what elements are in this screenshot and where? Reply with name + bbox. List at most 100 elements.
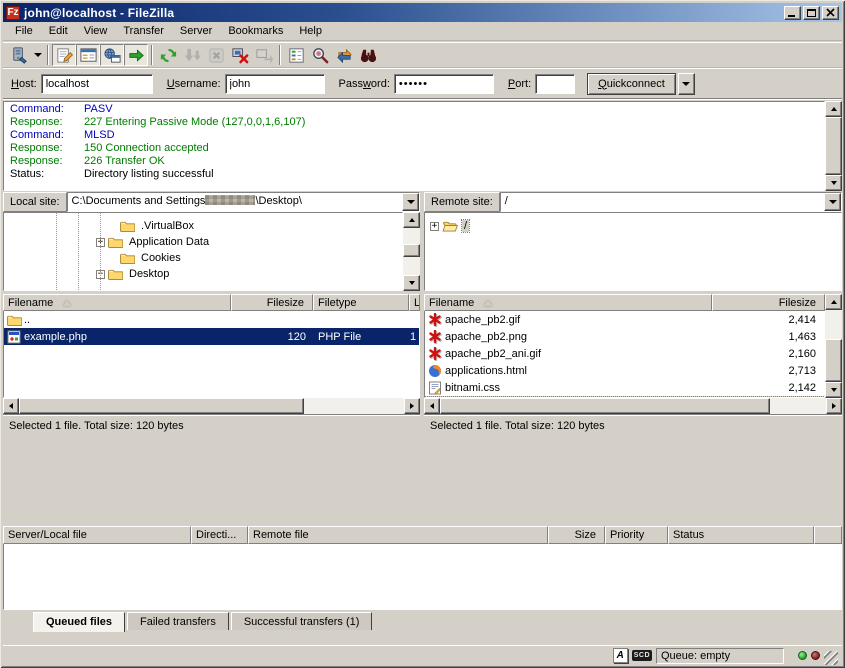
file-row[interactable]: bitnami.css 2,142 <box>425 379 824 396</box>
local-site-dropdown[interactable] <box>402 193 419 211</box>
quickconnect-button[interactable]: Quickconnect <box>587 73 676 95</box>
scroll-up-button[interactable] <box>825 294 842 310</box>
log-label: Response: <box>10 142 84 155</box>
local-site-label: Local site: <box>3 192 67 212</box>
column-header-direction[interactable]: Directi... <box>191 526 248 544</box>
menu-help[interactable]: Help <box>291 23 330 39</box>
scrollbar-thumb[interactable] <box>825 117 842 175</box>
host-input[interactable] <box>41 74 153 94</box>
log-scrollbar[interactable] <box>825 101 842 191</box>
tree-item[interactable]: .VirtualBox <box>4 218 402 234</box>
tree-item[interactable]: Cookies <box>4 250 402 266</box>
minimize-button[interactable] <box>784 6 801 20</box>
toolbar-separator <box>151 45 153 65</box>
arrow-up-icon <box>831 107 837 111</box>
close-icon <box>826 8 835 17</box>
scroll-up-button[interactable] <box>403 212 420 228</box>
synchronized-browsing-button[interactable] <box>332 44 356 66</box>
resize-grip[interactable] <box>824 651 838 665</box>
title-bar[interactable]: Fz john@localhost - FileZilla <box>3 3 842 22</box>
scrollbar-thumb[interactable] <box>825 339 842 382</box>
site-manager-dropdown[interactable] <box>31 44 44 66</box>
scrollbar-thumb[interactable] <box>19 398 304 414</box>
file-row-selected[interactable]: example.php 120 PHP File 1 <box>4 328 419 345</box>
column-header-filesize[interactable]: Filesize <box>712 294 825 311</box>
column-header-filetype[interactable]: Filetype <box>313 294 409 311</box>
find-files-button[interactable] <box>356 44 380 66</box>
scroll-up-button[interactable] <box>825 101 842 117</box>
directory-filters-button[interactable] <box>284 44 308 66</box>
toggle-remote-tree-button[interactable] <box>100 44 124 66</box>
scd-indicator-icon[interactable]: SCD <box>632 650 652 661</box>
file-row[interactable]: applications.html 2,713 <box>425 362 824 379</box>
tree-item[interactable]: + / <box>425 218 841 234</box>
port-input[interactable] <box>535 74 575 94</box>
tree-item[interactable]: + Application Data <box>4 234 402 250</box>
refresh-button[interactable] <box>156 44 180 66</box>
queue-list[interactable] <box>3 544 842 610</box>
menu-edit[interactable]: Edit <box>41 23 76 39</box>
directory-comparison-button[interactable] <box>308 44 332 66</box>
tab-successful-transfers[interactable]: Successful transfers (1) <box>231 612 373 630</box>
menu-view[interactable]: View <box>76 23 116 39</box>
reconnect-button[interactable] <box>252 44 276 66</box>
file-row[interactable]: apache_pb2_ani.gif 2,160 <box>425 345 824 362</box>
refresh-icon <box>159 46 178 65</box>
scroll-right-button[interactable] <box>826 398 842 414</box>
remote-status-text: Selected 1 file. Total size: 120 bytes <box>424 414 842 524</box>
password-input[interactable] <box>394 74 494 94</box>
maximize-button[interactable] <box>803 6 820 20</box>
arrow-down-icon <box>409 281 415 285</box>
remote-list-scrollbar[interactable] <box>825 294 842 398</box>
column-header-filesize[interactable]: Filesize <box>231 294 313 311</box>
tab-failed-transfers[interactable]: Failed transfers <box>127 612 229 630</box>
local-tree-scrollbar[interactable] <box>403 212 420 291</box>
column-header-remotefile[interactable]: Remote file <box>248 526 548 544</box>
menu-server[interactable]: Server <box>172 23 220 39</box>
local-site-combo[interactable]: C:\Documents and Settings\Desktop\ <box>67 192 420 212</box>
tree-item[interactable]: − Desktop <box>4 266 402 282</box>
remote-horizontal-scrollbar[interactable] <box>424 398 842 414</box>
toggle-transfer-queue-button[interactable] <box>124 44 148 66</box>
toggle-message-log-button[interactable] <box>52 44 76 66</box>
username-input[interactable] <box>225 74 325 94</box>
column-header-priority[interactable]: Priority <box>605 526 668 544</box>
log-label: Command: <box>10 129 84 142</box>
column-header-serverlocal[interactable]: Server/Local file <box>3 526 191 544</box>
scroll-left-button[interactable] <box>3 398 19 414</box>
close-button[interactable] <box>822 6 839 20</box>
toggle-local-tree-button[interactable] <box>76 44 100 66</box>
process-queue-button[interactable] <box>180 44 204 66</box>
menu-transfer[interactable]: Transfer <box>115 23 172 39</box>
quickconnect-dropdown[interactable] <box>678 73 695 95</box>
scroll-down-button[interactable] <box>825 382 842 398</box>
scroll-right-button[interactable] <box>404 398 420 414</box>
disconnect-icon <box>231 46 250 65</box>
arrow-down-icon <box>831 181 837 185</box>
remote-site-combo[interactable]: / <box>500 192 842 212</box>
menu-file[interactable]: File <box>7 23 41 39</box>
scrollbar-thumb[interactable] <box>403 244 420 257</box>
file-row[interactable]: apache_pb2.gif 2,414 <box>425 311 824 328</box>
disconnect-button[interactable] <box>228 44 252 66</box>
scroll-left-button[interactable] <box>424 398 440 414</box>
file-row[interactable]: .. <box>4 311 419 328</box>
expand-plus-icon[interactable]: + <box>430 222 439 231</box>
queue-header: Server/Local file Directi... Remote file… <box>3 526 842 544</box>
scrollbar-thumb[interactable] <box>440 398 770 414</box>
column-header-filename[interactable]: Filename <box>424 294 712 311</box>
remote-site-dropdown[interactable] <box>824 193 841 211</box>
file-row[interactable]: apache_pb2.png 1,463 <box>425 328 824 345</box>
column-header-size[interactable]: Size <box>548 526 605 544</box>
scroll-down-button[interactable] <box>403 275 420 291</box>
site-manager-button[interactable] <box>7 44 31 66</box>
scroll-down-button[interactable] <box>825 175 842 191</box>
menu-bookmarks[interactable]: Bookmarks <box>220 23 291 39</box>
cancel-operation-button[interactable] <box>204 44 228 66</box>
transfer-type-icon[interactable]: A <box>613 648 628 663</box>
tab-queued-files[interactable]: Queued files <box>33 612 125 632</box>
local-horizontal-scrollbar[interactable] <box>3 398 420 414</box>
column-header-lastmodified[interactable]: L <box>409 294 420 311</box>
column-header-filename[interactable]: Filename <box>3 294 231 311</box>
column-header-status[interactable]: Status <box>668 526 814 544</box>
